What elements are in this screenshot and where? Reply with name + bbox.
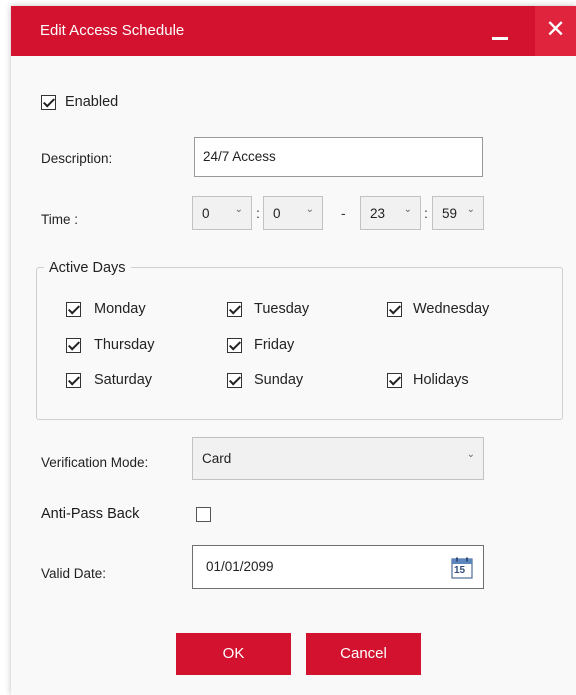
minimize-icon bbox=[492, 37, 508, 40]
edit-access-schedule-dialog: Edit Access Schedule ✕ Enabled Descripti… bbox=[11, 6, 576, 695]
sunday-checkbox[interactable] bbox=[227, 373, 242, 388]
ok-button[interactable]: OK bbox=[176, 633, 291, 675]
description-value: 24/7 Access bbox=[203, 149, 276, 164]
verification-mode-select[interactable]: Card ⌄ bbox=[192, 437, 484, 480]
active-days-title: Active Days bbox=[44, 260, 131, 276]
end-hour-value: 23 bbox=[370, 206, 386, 221]
anti-pass-back-label: Anti-Pass Back bbox=[41, 506, 140, 522]
enabled-checkbox[interactable] bbox=[41, 95, 56, 110]
valid-date-input[interactable]: 01/01/2099 15 bbox=[192, 545, 484, 589]
end-minute-value: 59 bbox=[442, 206, 458, 221]
start-minute-select[interactable]: 0 ⌄ bbox=[263, 196, 323, 230]
description-input[interactable]: 24/7 Access bbox=[194, 137, 483, 177]
valid-date-value: 01/01/2099 bbox=[206, 559, 274, 574]
time-colon: : bbox=[256, 205, 260, 221]
thursday-label: Thursday bbox=[94, 337, 155, 353]
end-hour-select[interactable]: 23 ⌄ bbox=[360, 196, 421, 230]
saturday-label: Saturday bbox=[94, 372, 153, 388]
holidays-label: Holidays bbox=[413, 372, 469, 388]
anti-pass-back-checkbox[interactable] bbox=[196, 507, 211, 522]
start-hour-select[interactable]: 0 ⌄ bbox=[192, 196, 252, 230]
wednesday-checkbox[interactable] bbox=[387, 302, 402, 317]
friday-label: Friday bbox=[254, 337, 295, 353]
wednesday-label: Wednesday bbox=[413, 301, 490, 317]
calendar-day: 15 bbox=[454, 565, 466, 576]
close-icon: ✕ bbox=[545, 16, 566, 43]
holidays-checkbox[interactable] bbox=[387, 373, 402, 388]
chevron-down-icon: ⌄ bbox=[466, 204, 475, 215]
monday-checkbox[interactable] bbox=[66, 302, 81, 317]
monday-label: Monday bbox=[94, 301, 146, 317]
saturday-checkbox[interactable] bbox=[66, 373, 81, 388]
description-label: Description: bbox=[41, 151, 113, 166]
chevron-down-icon: ⌄ bbox=[403, 204, 412, 215]
valid-date-label: Valid Date: bbox=[41, 566, 107, 581]
close-button[interactable]: ✕ bbox=[535, 6, 576, 56]
tuesday-label: Tuesday bbox=[254, 301, 310, 317]
verification-mode-value: Card bbox=[202, 451, 232, 466]
thursday-checkbox[interactable] bbox=[66, 338, 81, 353]
enabled-label: Enabled bbox=[65, 94, 119, 110]
chevron-down-icon: ⌄ bbox=[466, 449, 475, 460]
time-label: Time : bbox=[41, 212, 78, 227]
cancel-button[interactable]: Cancel bbox=[306, 633, 421, 675]
chevron-down-icon: ⌄ bbox=[305, 204, 314, 215]
minimize-button[interactable] bbox=[481, 6, 526, 56]
start-minute-value: 0 bbox=[273, 206, 281, 221]
start-hour-value: 0 bbox=[202, 206, 210, 221]
friday-checkbox[interactable] bbox=[227, 338, 242, 353]
time-dash: - bbox=[341, 205, 346, 221]
dialog-title: Edit Access Schedule bbox=[40, 22, 185, 39]
calendar-icon[interactable]: 15 bbox=[451, 557, 473, 579]
sunday-label: Sunday bbox=[254, 372, 304, 388]
time-colon: : bbox=[424, 205, 428, 221]
tuesday-checkbox[interactable] bbox=[227, 302, 242, 317]
chevron-down-icon: ⌄ bbox=[234, 204, 243, 215]
title-bar: Edit Access Schedule ✕ bbox=[11, 6, 576, 56]
end-minute-select[interactable]: 59 ⌄ bbox=[432, 196, 484, 230]
verification-mode-label: Verification Mode: bbox=[41, 455, 149, 470]
